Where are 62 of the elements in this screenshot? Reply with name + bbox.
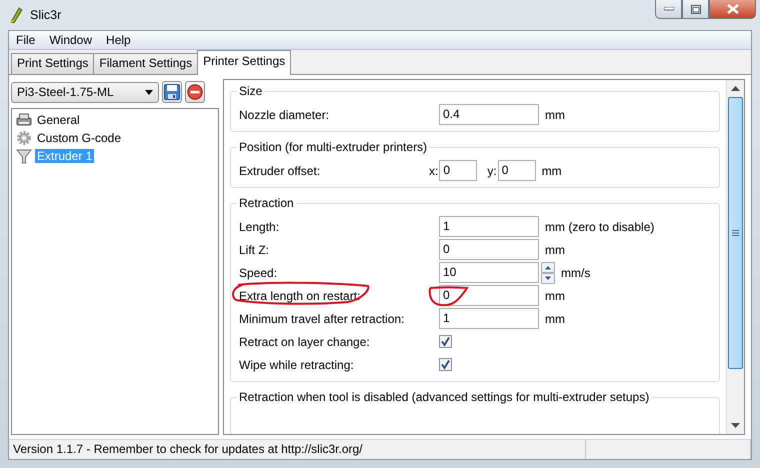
unit-label: mm [545,288,565,302]
maximize-icon [690,4,700,14]
field-label: Retract on layer change: [239,334,371,348]
group-title: Position (for multi-extruder printers) [238,140,428,154]
scroll-up-icon[interactable] [731,86,740,91]
close-button[interactable] [709,0,756,19]
tab[interactable]: Print Settings [11,53,94,74]
minus-circle-icon [187,84,203,100]
minimize-icon [664,7,674,11]
app-icon [8,7,24,23]
status-text: Version 1.1.7 - Remember to check for updates at http://slic3r.org/ [9,440,586,459]
minimize-button[interactable] [655,0,682,19]
maximize-button[interactable] [682,0,709,19]
field-label: Extruder offset: [239,164,322,178]
menu-item[interactable]: Help [99,33,138,47]
caret-icon [145,90,153,94]
close-icon [726,4,738,14]
group-title: Size [238,84,264,98]
checkbox[interactable] [439,358,452,371]
input-field[interactable]: 0 [498,160,536,181]
tab[interactable]: Filament Settings [93,53,198,74]
field-label: Minimum travel after retraction: [239,312,406,326]
axis-label: x: [429,164,438,178]
field-label: Speed: [239,266,278,280]
grip-icon [732,230,739,236]
unit-label: mm/s [561,266,590,280]
field-label: Length: [239,220,280,234]
field-label: Nozzle diameter: [239,108,330,122]
field-label: Extra length on restart: [239,288,362,302]
menu-item[interactable]: File [9,33,42,47]
axis-label: y: [487,164,497,178]
scrollbar[interactable] [726,80,744,434]
input-field[interactable]: 0 [439,239,539,260]
unit-label: mm [545,312,565,326]
group-title: Retraction [238,196,295,210]
input-field[interactable]: 0 [439,285,539,306]
unit-label: mm (zero to disable) [545,220,654,234]
tree-item[interactable]: General [35,113,82,127]
unit-label: mm [545,108,565,122]
input-field[interactable]: 10 [439,262,539,283]
printer-icon [16,112,32,128]
funnel-icon [16,148,32,164]
input-field[interactable]: 0.4 [439,104,539,125]
checkbox[interactable] [439,335,452,348]
field-label: Lift Z: [239,242,270,256]
delete-button[interactable] [185,81,205,103]
scroll-down-icon[interactable] [731,423,740,428]
group-title: Retraction when tool is disabled (advanced settings for multi-extruder setups) [238,390,650,404]
input-field[interactable]: 1 [439,216,539,237]
tree-item[interactable]: Custom G-code [35,131,124,145]
save-button[interactable] [162,81,182,103]
window-title: Slic3r [30,8,62,22]
tab[interactable]: Printer Settings [197,50,292,75]
input-field[interactable]: 0 [439,160,478,181]
menu-item[interactable]: Window [42,33,100,47]
gear-icon [16,130,32,146]
unit-label: mm [542,164,562,178]
spinner-arrows-icon[interactable] [541,262,555,284]
field-label: Wipe while retracting: [239,358,355,372]
preset-dropdown[interactable]: Pi3-Steel-1.75-ML [11,82,159,102]
unit-label: mm [545,242,565,256]
input-field[interactable]: 1 [439,308,539,329]
